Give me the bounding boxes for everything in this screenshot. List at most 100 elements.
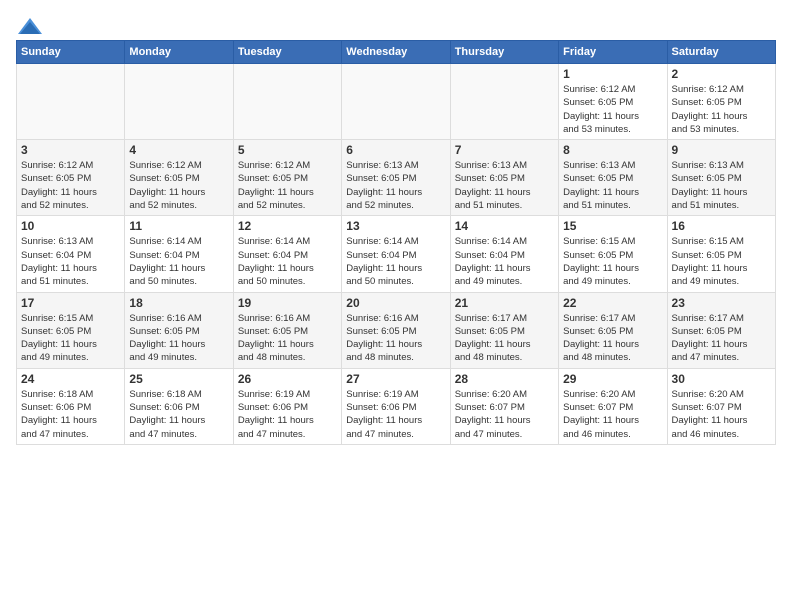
weekday-header-friday: Friday: [559, 41, 667, 64]
day-info: Sunrise: 6:12 AM Sunset: 6:05 PM Dayligh…: [672, 83, 771, 136]
day-number: 26: [238, 372, 337, 386]
calendar-day-cell: [17, 64, 125, 140]
day-number: 24: [21, 372, 120, 386]
day-number: 17: [21, 296, 120, 310]
calendar-day-cell: 11 Sunrise: 6:14 AM Sunset: 6:04 PM Dayli…: [125, 216, 233, 292]
day-number: 18: [129, 296, 228, 310]
day-info: Sunrise: 6:19 AM Sunset: 6:06 PM Dayligh…: [238, 388, 337, 441]
day-number: 12: [238, 219, 337, 233]
day-number: 27: [346, 372, 445, 386]
calendar-day-cell: 25 Sunrise: 6:18 AM Sunset: 6:06 PM Dayli…: [125, 368, 233, 444]
calendar-day-cell: 7 Sunrise: 6:13 AM Sunset: 6:05 PM Daylig…: [450, 140, 558, 216]
day-info: Sunrise: 6:13 AM Sunset: 6:04 PM Dayligh…: [21, 235, 120, 288]
calendar-day-cell: 13 Sunrise: 6:14 AM Sunset: 6:04 PM Dayli…: [342, 216, 450, 292]
calendar-day-cell: 20 Sunrise: 6:16 AM Sunset: 6:05 PM Dayli…: [342, 292, 450, 368]
calendar-day-cell: 30Sunrise: 6:20 AM Sunset: 6:07 PM Dayli…: [667, 368, 775, 444]
day-info: Sunrise: 6:12 AM Sunset: 6:05 PM Dayligh…: [238, 159, 337, 212]
day-info: Sunrise: 6:14 AM Sunset: 6:04 PM Dayligh…: [238, 235, 337, 288]
day-number: 7: [455, 143, 554, 157]
calendar-day-cell: 6 Sunrise: 6:13 AM Sunset: 6:05 PM Daylig…: [342, 140, 450, 216]
day-number: 6: [346, 143, 445, 157]
day-number: 14: [455, 219, 554, 233]
calendar-week-row: 17 Sunrise: 6:15 AM Sunset: 6:05 PM Dayli…: [17, 292, 776, 368]
day-info: Sunrise: 6:17 AM Sunset: 6:05 PM Dayligh…: [563, 312, 662, 365]
calendar-day-cell: [342, 64, 450, 140]
day-number: 13: [346, 219, 445, 233]
day-info: Sunrise: 6:13 AM Sunset: 6:05 PM Dayligh…: [346, 159, 445, 212]
day-info: Sunrise: 6:20 AM Sunset: 6:07 PM Dayligh…: [563, 388, 662, 441]
calendar-day-cell: 10 Sunrise: 6:13 AM Sunset: 6:04 PM Dayli…: [17, 216, 125, 292]
calendar-day-cell: 28 Sunrise: 6:20 AM Sunset: 6:07 PM Dayli…: [450, 368, 558, 444]
day-info: Sunrise: 6:14 AM Sunset: 6:04 PM Dayligh…: [455, 235, 554, 288]
day-number: 2: [672, 67, 771, 81]
day-number: 25: [129, 372, 228, 386]
calendar-day-cell: 12 Sunrise: 6:14 AM Sunset: 6:04 PM Dayli…: [233, 216, 341, 292]
day-info: Sunrise: 6:13 AM Sunset: 6:05 PM Dayligh…: [563, 159, 662, 212]
calendar-day-cell: 23 Sunrise: 6:17 AM Sunset: 6:05 PM Dayli…: [667, 292, 775, 368]
calendar-week-row: 10 Sunrise: 6:13 AM Sunset: 6:04 PM Dayli…: [17, 216, 776, 292]
day-number: 20: [346, 296, 445, 310]
calendar-day-cell: 26 Sunrise: 6:19 AM Sunset: 6:06 PM Dayli…: [233, 368, 341, 444]
day-info: Sunrise: 6:12 AM Sunset: 6:05 PM Dayligh…: [21, 159, 120, 212]
day-info: Sunrise: 6:20 AM Sunset: 6:07 PM Dayligh…: [672, 388, 771, 441]
day-info: Sunrise: 6:18 AM Sunset: 6:06 PM Dayligh…: [129, 388, 228, 441]
day-number: 16: [672, 219, 771, 233]
day-info: Sunrise: 6:12 AM Sunset: 6:05 PM Dayligh…: [563, 83, 662, 136]
calendar-day-cell: [125, 64, 233, 140]
weekday-header-wednesday: Wednesday: [342, 41, 450, 64]
calendar: SundayMondayTuesdayWednesdayThursdayFrid…: [16, 40, 776, 445]
calendar-day-cell: 24Sunrise: 6:18 AM Sunset: 6:06 PM Dayli…: [17, 368, 125, 444]
weekday-header-thursday: Thursday: [450, 41, 558, 64]
calendar-week-row: 3 Sunrise: 6:12 AM Sunset: 6:05 PM Daylig…: [17, 140, 776, 216]
weekday-header-tuesday: Tuesday: [233, 41, 341, 64]
day-number: 29: [563, 372, 662, 386]
day-number: 22: [563, 296, 662, 310]
day-info: Sunrise: 6:15 AM Sunset: 6:05 PM Dayligh…: [563, 235, 662, 288]
day-info: Sunrise: 6:15 AM Sunset: 6:05 PM Dayligh…: [21, 312, 120, 365]
calendar-day-cell: 15Sunrise: 6:15 AM Sunset: 6:05 PM Dayli…: [559, 216, 667, 292]
day-info: Sunrise: 6:17 AM Sunset: 6:05 PM Dayligh…: [672, 312, 771, 365]
day-info: Sunrise: 6:16 AM Sunset: 6:05 PM Dayligh…: [238, 312, 337, 365]
day-number: 28: [455, 372, 554, 386]
calendar-day-cell: 2 Sunrise: 6:12 AM Sunset: 6:05 PM Daylig…: [667, 64, 775, 140]
calendar-day-cell: 8 Sunrise: 6:13 AM Sunset: 6:05 PM Daylig…: [559, 140, 667, 216]
calendar-day-cell: 27Sunrise: 6:19 AM Sunset: 6:06 PM Dayli…: [342, 368, 450, 444]
weekday-header-sunday: Sunday: [17, 41, 125, 64]
logo-icon: [16, 16, 44, 36]
calendar-day-cell: 1 Sunrise: 6:12 AM Sunset: 6:05 PM Daylig…: [559, 64, 667, 140]
day-info: Sunrise: 6:14 AM Sunset: 6:04 PM Dayligh…: [129, 235, 228, 288]
day-number: 4: [129, 143, 228, 157]
calendar-day-cell: 17 Sunrise: 6:15 AM Sunset: 6:05 PM Dayli…: [17, 292, 125, 368]
calendar-day-cell: 9 Sunrise: 6:13 AM Sunset: 6:05 PM Daylig…: [667, 140, 775, 216]
calendar-day-cell: 29 Sunrise: 6:20 AM Sunset: 6:07 PM Dayli…: [559, 368, 667, 444]
day-number: 9: [672, 143, 771, 157]
calendar-day-cell: 3 Sunrise: 6:12 AM Sunset: 6:05 PM Daylig…: [17, 140, 125, 216]
day-info: Sunrise: 6:12 AM Sunset: 6:05 PM Dayligh…: [129, 159, 228, 212]
day-number: 8: [563, 143, 662, 157]
day-info: Sunrise: 6:14 AM Sunset: 6:04 PM Dayligh…: [346, 235, 445, 288]
calendar-day-cell: 5 Sunrise: 6:12 AM Sunset: 6:05 PM Daylig…: [233, 140, 341, 216]
calendar-day-cell: 16 Sunrise: 6:15 AM Sunset: 6:05 PM Dayli…: [667, 216, 775, 292]
day-info: Sunrise: 6:15 AM Sunset: 6:05 PM Dayligh…: [672, 235, 771, 288]
day-info: Sunrise: 6:16 AM Sunset: 6:05 PM Dayligh…: [346, 312, 445, 365]
day-info: Sunrise: 6:13 AM Sunset: 6:05 PM Dayligh…: [672, 159, 771, 212]
calendar-week-row: 24 Sunrise: 6:18 AM Sunset: 6:06 PM Dayli…: [17, 368, 776, 444]
weekday-header-monday: Monday: [125, 41, 233, 64]
calendar-day-cell: 19Sunrise: 6:16 AM Sunset: 6:05 PM Dayli…: [233, 292, 341, 368]
calendar-week-row: 1 Sunrise: 6:12 AM Sunset: 6:05 PM Daylig…: [17, 64, 776, 140]
day-number: 23: [672, 296, 771, 310]
day-number: 1: [563, 67, 662, 81]
weekday-header-row: SundayMondayTuesdayWednesdayThursdayFrid…: [17, 41, 776, 64]
calendar-day-cell: 18Sunrise: 6:16 AM Sunset: 6:05 PM Dayli…: [125, 292, 233, 368]
day-info: Sunrise: 6:13 AM Sunset: 6:05 PM Dayligh…: [455, 159, 554, 212]
day-info: Sunrise: 6:17 AM Sunset: 6:05 PM Dayligh…: [455, 312, 554, 365]
day-info: Sunrise: 6:20 AM Sunset: 6:07 PM Dayligh…: [455, 388, 554, 441]
day-number: 10: [21, 219, 120, 233]
calendar-day-cell: 14 Sunrise: 6:14 AM Sunset: 6:04 PM Dayli…: [450, 216, 558, 292]
day-number: 5: [238, 143, 337, 157]
calendar-day-cell: 4 Sunrise: 6:12 AM Sunset: 6:05 PM Daylig…: [125, 140, 233, 216]
logo: [16, 16, 48, 36]
day-number: 3: [21, 143, 120, 157]
day-number: 11: [129, 219, 228, 233]
calendar-day-cell: [450, 64, 558, 140]
